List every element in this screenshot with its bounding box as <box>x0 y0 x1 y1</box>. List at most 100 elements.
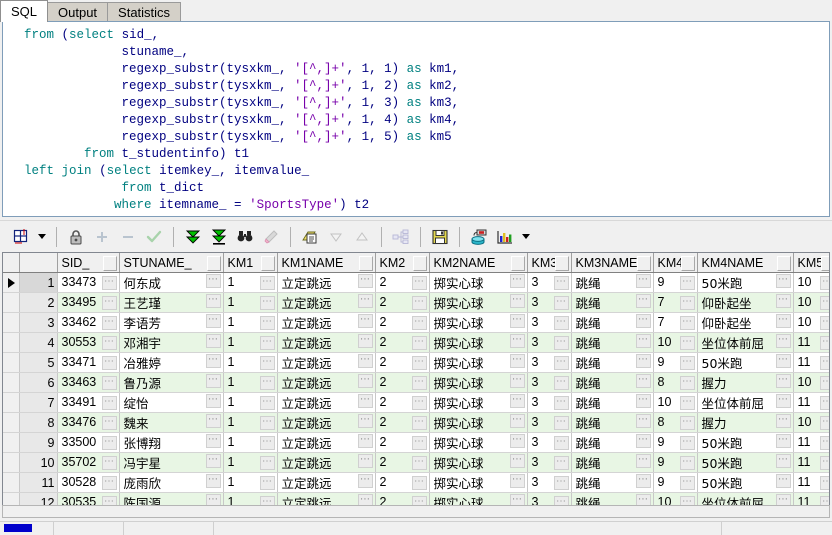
column-header-sid[interactable]: SID_ <box>57 253 119 273</box>
cell-km3[interactable]: ⋯3 <box>527 333 571 353</box>
row-number[interactable]: 1 <box>19 273 57 293</box>
cell-expand-icon[interactable]: ⋯ <box>820 416 831 430</box>
lock-button[interactable] <box>63 224 89 250</box>
cell-stuname[interactable]: ⋯何东成 <box>119 273 223 293</box>
cell-sid[interactable]: ⋯33463 <box>57 373 119 393</box>
cell-km1name[interactable]: ⋯立定跳远 <box>277 393 375 413</box>
cell-expand-icon[interactable]: ⋯ <box>636 434 651 448</box>
cell-km4name[interactable]: ⋯仰卧起坐 <box>697 293 793 313</box>
cell-km5[interactable]: ⋯11 <box>793 353 830 373</box>
cell-km5[interactable]: ⋯11 <box>793 473 830 493</box>
cell-expand-icon[interactable]: ⋯ <box>358 294 373 308</box>
cell-expand-icon[interactable]: ⋯ <box>510 374 525 388</box>
row-marker[interactable] <box>3 393 19 413</box>
cell-km5[interactable]: ⋯10 <box>793 293 830 313</box>
cell-expand-icon[interactable]: ⋯ <box>510 434 525 448</box>
cell-stuname[interactable]: ⋯魏来 <box>119 413 223 433</box>
cell-expand-icon[interactable]: ⋯ <box>510 294 525 308</box>
cell-km2[interactable]: ⋯2 <box>375 353 429 373</box>
row-number[interactable]: 5 <box>19 353 57 373</box>
cell-expand-icon[interactable]: ⋯ <box>510 394 525 408</box>
cell-km2name[interactable]: ⋯掷实心球 <box>429 453 527 473</box>
cell-expand-icon[interactable]: ⋯ <box>260 276 275 290</box>
cell-km4[interactable]: ⋯8 <box>653 413 697 433</box>
cell-km2[interactable]: ⋯2 <box>375 413 429 433</box>
cell-stuname[interactable]: ⋯邓湘宇 <box>119 333 223 353</box>
row-marker[interactable] <box>3 453 19 473</box>
table-row[interactable]: 7⋯33491⋯绽怡⋯1⋯立定跳远⋯2⋯掷实心球⋯3⋯跳绳⋯10⋯坐位体前屈⋯1… <box>3 393 830 413</box>
cell-km2name[interactable]: ⋯掷实心球 <box>429 313 527 333</box>
cell-expand-icon[interactable]: ⋯ <box>412 436 427 450</box>
cell-km4[interactable]: ⋯9 <box>653 353 697 373</box>
column-resize-grip[interactable] <box>359 256 373 271</box>
cell-expand-icon[interactable]: ⋯ <box>260 396 275 410</box>
cell-sid[interactable]: ⋯33471 <box>57 353 119 373</box>
cell-km3name[interactable]: ⋯跳绳 <box>571 473 653 493</box>
cell-expand-icon[interactable]: ⋯ <box>680 296 695 310</box>
column-header-km1[interactable]: KM1 <box>223 253 277 273</box>
cell-expand-icon[interactable]: ⋯ <box>206 474 221 488</box>
cell-expand-icon[interactable]: ⋯ <box>636 374 651 388</box>
cell-expand-icon[interactable]: ⋯ <box>102 336 117 350</box>
cell-expand-icon[interactable]: ⋯ <box>554 316 569 330</box>
cell-expand-icon[interactable]: ⋯ <box>260 296 275 310</box>
row-number[interactable]: 6 <box>19 373 57 393</box>
row-marker[interactable] <box>3 293 19 313</box>
cell-expand-icon[interactable]: ⋯ <box>412 356 427 370</box>
cell-km3name[interactable]: ⋯跳绳 <box>571 313 653 333</box>
cell-expand-icon[interactable]: ⋯ <box>102 356 117 370</box>
cell-expand-icon[interactable]: ⋯ <box>206 394 221 408</box>
cell-stuname[interactable]: ⋯冶雅婷 <box>119 353 223 373</box>
cell-expand-icon[interactable]: ⋯ <box>412 456 427 470</box>
column-header-km5[interactable]: KM5 <box>793 253 830 273</box>
cell-expand-icon[interactable]: ⋯ <box>776 434 791 448</box>
cell-km4name[interactable]: ⋯50米跑 <box>697 453 793 473</box>
cell-km1[interactable]: ⋯1 <box>223 453 277 473</box>
cell-expand-icon[interactable]: ⋯ <box>680 376 695 390</box>
cell-stuname[interactable]: ⋯张博翔 <box>119 433 223 453</box>
grid-layout-button[interactable] <box>8 224 34 250</box>
cell-km5[interactable]: ⋯10 <box>793 313 830 333</box>
cell-expand-icon[interactable]: ⋯ <box>680 276 695 290</box>
cell-stuname[interactable]: ⋯王艺瑾 <box>119 293 223 313</box>
tab-sql[interactable]: SQL <box>0 0 48 22</box>
cell-km2[interactable]: ⋯2 <box>375 293 429 313</box>
cell-km3name[interactable]: ⋯跳绳 <box>571 333 653 353</box>
cell-km3name[interactable]: ⋯跳绳 <box>571 393 653 413</box>
cell-km2name[interactable]: ⋯掷实心球 <box>429 373 527 393</box>
cell-expand-icon[interactable]: ⋯ <box>358 434 373 448</box>
row-marker[interactable] <box>3 413 19 433</box>
row-number[interactable]: 11 <box>19 473 57 493</box>
row-marker[interactable] <box>3 353 19 373</box>
column-header-km3[interactable]: KM3 <box>527 253 571 273</box>
cell-expand-icon[interactable]: ⋯ <box>554 376 569 390</box>
column-header-km3name[interactable]: KM3NAME <box>571 253 653 273</box>
cell-expand-icon[interactable]: ⋯ <box>510 454 525 468</box>
table-row[interactable]: 6⋯33463⋯鲁乃源⋯1⋯立定跳远⋯2⋯掷实心球⋯3⋯跳绳⋯8⋯握力⋯10⋯坐… <box>3 373 830 393</box>
cell-km1[interactable]: ⋯1 <box>223 293 277 313</box>
cell-expand-icon[interactable]: ⋯ <box>636 474 651 488</box>
cell-km1[interactable]: ⋯1 <box>223 433 277 453</box>
table-row[interactable]: 3⋯33462⋯李语芳⋯1⋯立定跳远⋯2⋯掷实心球⋯3⋯跳绳⋯7⋯仰卧起坐⋯10… <box>3 313 830 333</box>
cell-expand-icon[interactable]: ⋯ <box>260 436 275 450</box>
cell-expand-icon[interactable]: ⋯ <box>636 414 651 428</box>
cell-expand-icon[interactable]: ⋯ <box>260 336 275 350</box>
grid-horizontal-scrollbar[interactable] <box>2 505 830 518</box>
cell-expand-icon[interactable]: ⋯ <box>412 336 427 350</box>
chart-button[interactable] <box>492 224 518 250</box>
cell-expand-icon[interactable]: ⋯ <box>102 276 117 290</box>
cell-km1name[interactable]: ⋯立定跳远 <box>277 293 375 313</box>
cell-expand-icon[interactable]: ⋯ <box>554 416 569 430</box>
sql-editor-text[interactable]: from (select sid_, stuname_, regexp_subs… <box>3 22 829 214</box>
cell-expand-icon[interactable]: ⋯ <box>102 296 117 310</box>
cell-expand-icon[interactable]: ⋯ <box>102 396 117 410</box>
cell-expand-icon[interactable]: ⋯ <box>358 394 373 408</box>
cell-expand-icon[interactable]: ⋯ <box>636 294 651 308</box>
cell-expand-icon[interactable]: ⋯ <box>510 314 525 328</box>
tab-statistics[interactable]: Statistics <box>107 2 181 22</box>
column-header-stuname[interactable]: STUNAME_ <box>119 253 223 273</box>
cell-km1[interactable]: ⋯1 <box>223 313 277 333</box>
grid-corner-header[interactable] <box>3 253 19 273</box>
cell-expand-icon[interactable]: ⋯ <box>636 394 651 408</box>
table-row[interactable]: 8⋯33476⋯魏来⋯1⋯立定跳远⋯2⋯掷实心球⋯3⋯跳绳⋯8⋯握力⋯10⋯坐位… <box>3 413 830 433</box>
